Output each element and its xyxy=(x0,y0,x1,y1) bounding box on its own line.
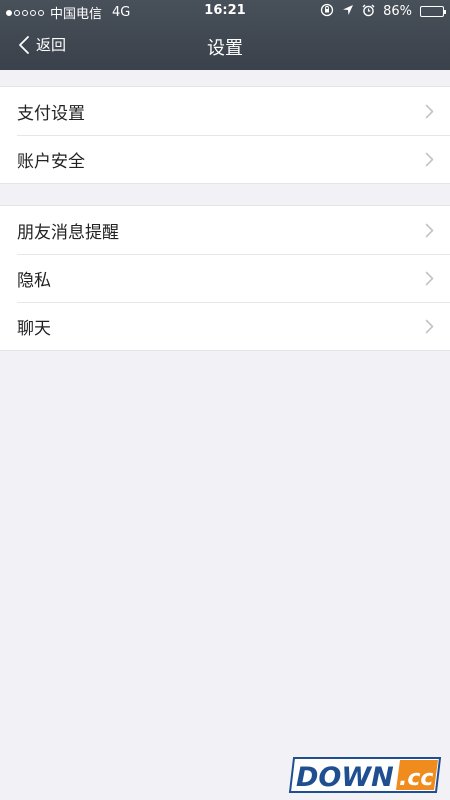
settings-item-friend-notifications[interactable]: 朋友消息提醒 xyxy=(0,206,450,254)
alarm-icon xyxy=(362,4,375,20)
battery-percentage: 86% xyxy=(383,4,412,19)
settings-item-label: 聊天 xyxy=(17,318,51,339)
page-title: 设置 xyxy=(207,38,243,59)
status-right: 86% xyxy=(320,3,446,20)
settings-item-chat[interactable]: 聊天 xyxy=(0,302,450,350)
settings-item-payment[interactable]: 支付设置 xyxy=(0,87,450,135)
chevron-right-icon xyxy=(425,319,434,334)
settings-item-label: 账户安全 xyxy=(17,151,85,172)
chevron-right-icon xyxy=(425,104,434,119)
chevron-right-icon xyxy=(425,271,434,286)
settings-item-account-security[interactable]: 账户安全 xyxy=(0,135,450,183)
watermark-logo: DOWN .cc xyxy=(288,757,442,793)
watermark-text-main: DOWN xyxy=(296,762,394,793)
chevron-right-icon xyxy=(425,223,434,238)
settings-item-label: 朋友消息提醒 xyxy=(17,222,119,243)
chevron-right-icon xyxy=(425,152,434,167)
app-header: 中国电信 4G 16:21 86% 返回 设置 xyxy=(0,0,450,70)
settings-group-social: 朋友消息提醒 隐私 聊天 xyxy=(0,205,450,351)
settings-item-privacy[interactable]: 隐私 xyxy=(0,254,450,302)
settings-item-label: 支付设置 xyxy=(17,103,85,124)
location-arrow-icon xyxy=(342,4,354,19)
rotation-lock-icon xyxy=(320,3,334,20)
settings-group-account: 支付设置 账户安全 xyxy=(0,86,450,184)
battery-icon xyxy=(420,6,446,17)
settings-item-label: 隐私 xyxy=(17,270,51,291)
status-bar: 中国电信 4G 16:21 86% xyxy=(0,0,450,22)
watermark-text-suffix: .cc xyxy=(399,766,433,791)
navigation-bar: 返回 设置 xyxy=(0,22,450,70)
